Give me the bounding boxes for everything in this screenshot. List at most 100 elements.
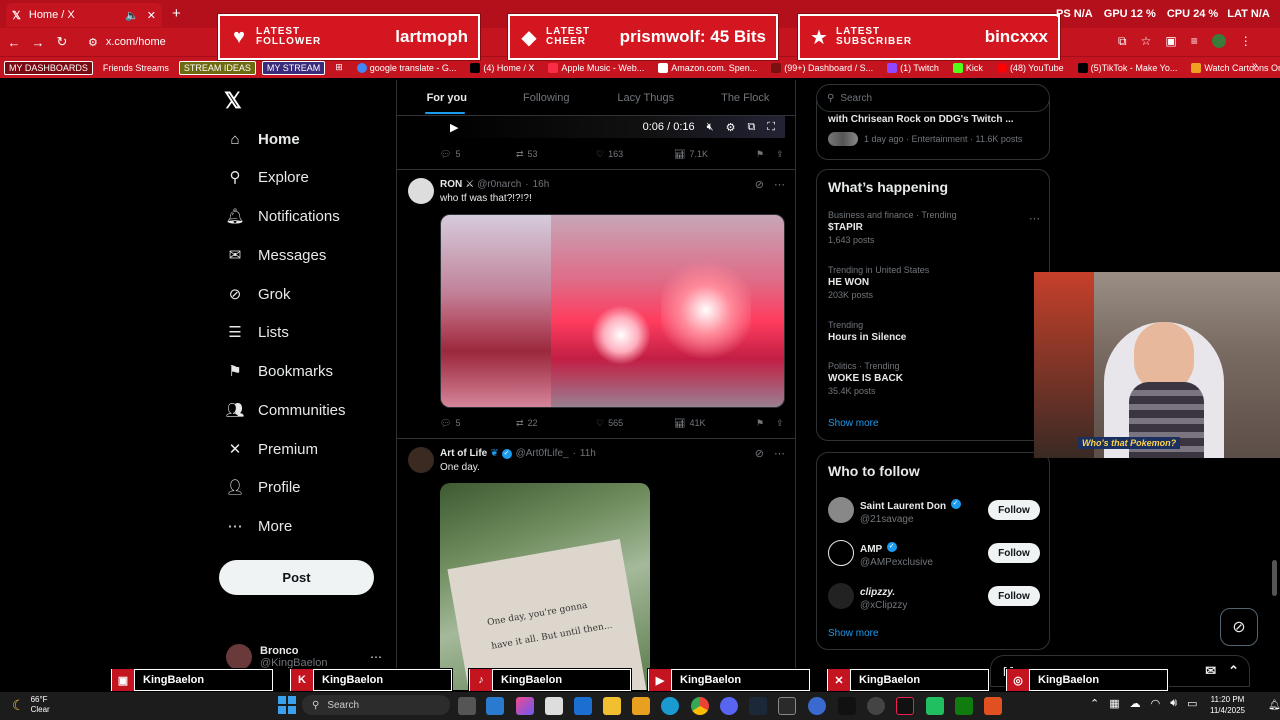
weather-widget[interactable]: ☾ 66°F Clear (12, 695, 50, 715)
bookmark-amazon[interactable]: Amazon.com. Spen... (654, 62, 761, 74)
trend-item[interactable]: Politics · Trending WOKE IS BACK 35.4K p… (828, 361, 1040, 396)
tray-app-icon[interactable]: ▦ (1109, 697, 1119, 710)
tray-chevron-icon[interactable]: ⌃ (1090, 697, 1099, 710)
nav-communities[interactable]: 👥︎ Communities (225, 395, 345, 425)
follow-suggestion[interactable]: AMP ✓ @AMPexclusive Follow (828, 538, 1040, 568)
new-message-icon[interactable]: ✉ (1205, 663, 1216, 679)
xbox-icon[interactable] (955, 697, 973, 715)
mute-icon[interactable]: 🔇︎ (707, 121, 714, 134)
author-name[interactable]: RON (440, 179, 462, 190)
nav-bookmarks[interactable]: ⚑ Bookmarks (226, 356, 333, 386)
share-icon[interactable]: ⇪ (776, 418, 784, 429)
obs-icon[interactable] (867, 697, 885, 715)
reply-button[interactable]: 💬︎ 5 (440, 418, 516, 429)
bookmark-watch-cartoons[interactable]: Watch Cartoons Onl... (1187, 62, 1280, 74)
tab-lacy-thugs[interactable]: Lacy Thugs (596, 80, 696, 115)
news-card[interactable]: with Chrisean Rock on DDG's Twitch ... 1… (816, 100, 1050, 160)
nav-more[interactable]: ⋯ More (226, 511, 293, 541)
bookmarks-overflow-icon[interactable]: » (1252, 60, 1258, 71)
cast-icon[interactable]: ⧉ (1118, 34, 1127, 49)
post-time[interactable]: 16h (533, 179, 550, 190)
expand-icon[interactable]: ⌃ (1228, 663, 1239, 679)
grok-icon[interactable]: ⊘ (755, 447, 764, 460)
clock[interactable]: 11:20 PM 11/4/2025 (1210, 694, 1245, 716)
bookmark-my-dashboards[interactable]: MY DASHBOARDS (4, 60, 93, 75)
like-button[interactable]: ♡ 565 (596, 418, 674, 429)
profile-avatar[interactable] (1211, 34, 1226, 48)
bookmark-my-stream[interactable]: MY STREAM (261, 60, 326, 75)
like-button[interactable]: ♡ 163 (596, 149, 674, 160)
follow-button[interactable]: Follow (988, 586, 1040, 606)
x-logo-icon[interactable]: 𝕏 (224, 88, 242, 114)
follow-suggestion[interactable]: Saint Laurent Don ✓ @21savage Follow (828, 495, 1040, 525)
file-explorer-icon[interactable] (603, 697, 621, 715)
avatar[interactable] (408, 178, 434, 204)
tab-following[interactable]: Following (497, 80, 597, 115)
trend-item[interactable]: Trending Hours in Silence (828, 320, 1040, 343)
steam-icon[interactable] (749, 697, 767, 715)
post-media-image[interactable] (440, 214, 785, 408)
tab-close-icon[interactable]: ✕ (147, 9, 156, 22)
post-time[interactable]: 11h (580, 448, 596, 459)
views-button[interactable]: 📊︎ 41K (674, 418, 756, 429)
grok-icon[interactable]: ⊘ (755, 178, 764, 191)
bookmark-twitch[interactable]: (1) Twitch (883, 62, 943, 74)
bookmark-google-translate[interactable]: google translate - G... (353, 62, 461, 74)
volume-icon[interactable]: 🔊︎ (1170, 697, 1177, 710)
nav-premium[interactable]: ✕ Premium (226, 434, 318, 464)
tab-for-you[interactable]: For you (397, 80, 497, 115)
onedrive-icon[interactable]: ☁ (1130, 697, 1141, 710)
chrome-icon[interactable] (691, 697, 709, 715)
share-icon[interactable]: ⇪ (776, 149, 784, 160)
task-view-icon[interactable] (458, 697, 476, 715)
scrollbar-thumb[interactable] (1272, 560, 1277, 596)
fullscreen-icon[interactable]: ⛶ (767, 121, 775, 134)
bookmark-icon[interactable]: ⚑ (756, 149, 776, 160)
browser-tab[interactable]: 𝕏 Home / X 🔈 ✕ (6, 3, 162, 27)
show-more-link[interactable]: Show more (828, 418, 879, 429)
account-switcher[interactable]: Bronco @KingBaelon (226, 644, 327, 670)
wifi-icon[interactable]: ◠ (1151, 697, 1161, 710)
bookmark-kick[interactable]: Kick (949, 62, 987, 74)
extensions-icon[interactable]: ▣ (1165, 34, 1176, 49)
outlook-icon[interactable] (574, 697, 592, 715)
nav-lists[interactable]: ☰ Lists (226, 317, 289, 347)
show-more-link[interactable]: Show more (828, 628, 879, 639)
repost-button[interactable]: ⇄ 53 (516, 149, 596, 160)
nav-messages[interactable]: ✉ Messages (226, 240, 327, 270)
views-button[interactable]: 📊︎ 7.1K (674, 149, 756, 160)
tiktok-icon[interactable] (896, 697, 914, 715)
grok-float-icon[interactable]: ⊘ (1220, 608, 1258, 646)
taskbar-search[interactable]: ⚲ Search (302, 695, 450, 715)
back-icon[interactable]: ← (2, 35, 26, 50)
capcut-icon[interactable] (838, 697, 856, 715)
store-icon[interactable] (545, 697, 563, 715)
post-button[interactable]: Post (219, 560, 374, 595)
bookmark-dashboard[interactable]: (99+) Dashboard / S... (767, 62, 877, 74)
post-media-image[interactable]: One day, you're gonna have it all. But u… (440, 483, 650, 690)
pip-icon[interactable]: ⧉ (747, 121, 755, 134)
avatar[interactable] (408, 447, 434, 473)
new-tab-button[interactable]: + (172, 5, 181, 22)
apps-grid-icon[interactable]: ⊞ (331, 61, 347, 74)
play-icon[interactable]: ▶ (450, 121, 458, 134)
author-handle[interactable]: @Art0fLife_ (516, 448, 569, 459)
account-more-icon[interactable]: ⋯ (370, 650, 382, 664)
trend-item[interactable]: Business and finance · Trending $TAPIR 1… (828, 210, 1040, 245)
follow-button[interactable]: Follow (988, 500, 1040, 520)
reply-button[interactable]: 💬︎ 5 (440, 149, 516, 160)
brave-icon[interactable] (984, 697, 1002, 715)
battery-icon[interactable]: ▭ (1187, 697, 1197, 710)
post-more-icon[interactable]: ⋯ (774, 178, 785, 191)
trend-item[interactable]: Trending in United States HE WON 203K po… (828, 265, 1040, 300)
bookmark-stream-ideas[interactable]: STREAM IDEAS (178, 60, 256, 75)
copilot-icon[interactable] (516, 697, 534, 715)
edge-icon[interactable] (661, 697, 679, 715)
bookmark-icon[interactable]: ⚑ (756, 418, 776, 429)
streamlabs-icon[interactable] (926, 697, 944, 715)
author-name[interactable]: Art of Life (440, 448, 487, 459)
app-icon[interactable] (808, 697, 826, 715)
speaker-icon[interactable]: 🔈 (125, 9, 139, 22)
follow-suggestion[interactable]: clipzzy. @xClipzzy Follow (828, 581, 1040, 611)
author-handle[interactable]: @r0narch (477, 179, 521, 190)
